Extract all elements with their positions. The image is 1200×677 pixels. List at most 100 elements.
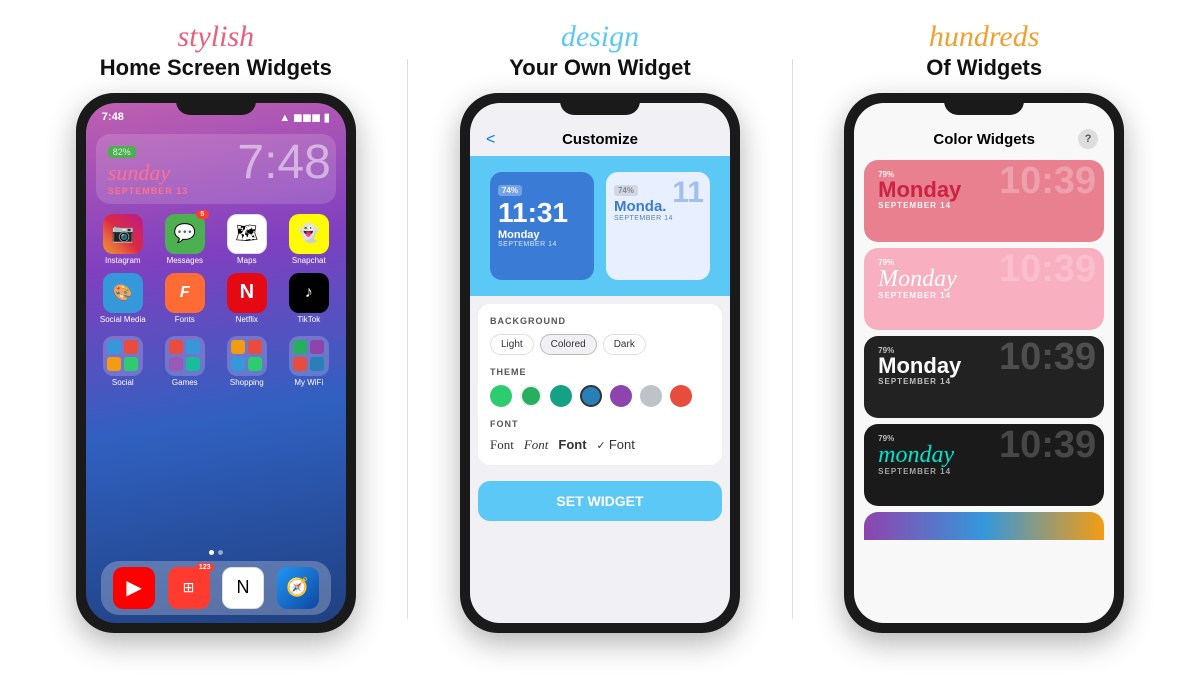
dot-1 <box>209 550 214 555</box>
app-label-messages: Messages <box>167 256 203 265</box>
folder-label-games: Games <box>172 378 198 387</box>
widget-card-5-partial <box>864 512 1104 540</box>
theme-circles <box>490 385 710 407</box>
app-folder-shopping[interactable]: Shopping <box>220 336 274 387</box>
phone-2-inner: < Customize 74% 11:31 Monday SEPTEMBER 1… <box>470 103 730 623</box>
pw2-date: SEPTEMBER 14 <box>614 215 702 222</box>
app-icon-instagram[interactable]: 📷 Instagram <box>96 214 150 265</box>
theme-green[interactable] <box>490 385 512 407</box>
customize-title: Customize <box>562 131 638 148</box>
phone-1-inner: 7:48 ▲ ◼◼◼ ▮ 82% 7:48 sunday SEPTEMBER 1… <box>86 103 346 623</box>
dock-youtube[interactable]: ▶ <box>113 567 155 609</box>
widget-card-3[interactable]: 79% 10:39 Monday SEPTEMBER 14 <box>864 336 1104 418</box>
bg-section-title: BACKGROUND <box>490 316 710 326</box>
app-label-fonts: Fonts <box>175 315 195 324</box>
theme-blue[interactable] <box>580 385 602 407</box>
wc3-date: SEPTEMBER 14 <box>878 377 1090 386</box>
app-icon-tiktok[interactable]: ♪ TikTok <box>282 273 336 324</box>
status-icons-1: ▲ ◼◼◼ ▮ <box>279 111 329 124</box>
wc3-time-bg: 10:39 <box>999 338 1096 376</box>
app-label-ig: Instagram <box>105 256 141 265</box>
wc2-time-bg: 10:39 <box>999 250 1096 288</box>
font-opt-serif[interactable]: Font <box>490 437 514 453</box>
app-icon-img-messages: 💬 5 <box>165 214 205 254</box>
folder-games-img <box>165 336 205 376</box>
dock-notion[interactable]: N <box>222 567 264 609</box>
pw1-time: 11:31 <box>498 198 586 229</box>
help-button[interactable]: ? <box>1078 129 1098 149</box>
theme-red[interactable] <box>670 385 692 407</box>
font-opt-bold[interactable]: Font <box>558 437 586 452</box>
panel-1-main: Home Screen Widgets <box>100 55 332 81</box>
panel-2: design Your Own Widget < Customize 74% 1… <box>420 19 780 659</box>
app-icon-img-ig: 📷 <box>103 214 143 254</box>
app-grid-row1: 📷 Instagram 💬 5 Messages 🗺 <box>86 210 346 269</box>
dock-safari[interactable]: 🧭 <box>277 567 319 609</box>
widget-list: 79% 10:39 Monday SEPTEMBER 14 79% 10:39 … <box>854 156 1114 544</box>
folder-label-social: Social <box>112 378 134 387</box>
widget-preview-area: 74% 11:31 Monday SEPTEMBER 14 74% 11 Mon… <box>470 156 730 296</box>
font-opt-selected[interactable]: Font <box>597 437 635 452</box>
widget-card-4[interactable]: 79% 10:39 monday SEPTEMBER 14 <box>864 424 1104 506</box>
app-grid-row3: Social Games <box>86 332 346 391</box>
pw1-date: SEPTEMBER 14 <box>498 241 586 248</box>
phone-3-bg: Color Widgets ? 79% 10:39 Monday SEPTEMB… <box>854 103 1114 623</box>
panel-2-accent: design <box>509 19 691 55</box>
dock-1: ▶ ⊞ 123 N 🧭 <box>101 561 331 615</box>
app-icon-img-netflix: N <box>227 273 267 313</box>
app-label-social: Social Media <box>100 315 146 324</box>
app-icon-social[interactable]: 🎨 Social Media <box>96 273 150 324</box>
app-icon-img-social: 🎨 <box>103 273 143 313</box>
folder-mywifi-img <box>289 336 329 376</box>
wc4-date: SEPTEMBER 14 <box>878 467 1090 476</box>
back-arrow[interactable]: < <box>486 131 495 149</box>
app-folder-games[interactable]: Games <box>158 336 212 387</box>
set-widget-button[interactable]: SET WIDGET <box>478 481 722 521</box>
theme-purple[interactable] <box>610 385 632 407</box>
app-label-snap: Snapchat <box>292 256 326 265</box>
widget-card-2[interactable]: 79% 10:39 Monday SEPTEMBER 14 <box>864 248 1104 330</box>
phone-3: Color Widgets ? 79% 10:39 Monday SEPTEMB… <box>844 93 1124 633</box>
wc4-time-bg: 10:39 <box>999 426 1096 464</box>
phone-1: 7:48 ▲ ◼◼◼ ▮ 82% 7:48 sunday SEPTEMBER 1… <box>76 93 356 633</box>
folder-label-mywifi: My WiFi <box>294 378 323 387</box>
dot-2 <box>218 550 223 555</box>
dock-widget-badge: 123 <box>196 563 214 572</box>
font-opt-italic[interactable]: Font <box>524 437 549 453</box>
widget-time-large-1: 7:48 <box>237 139 330 187</box>
pw2-battery: 74% <box>614 185 638 196</box>
app-grid-row2: 🎨 Social Media F Fonts N Netflix ♪ <box>86 269 346 328</box>
app-icon-messages[interactable]: 💬 5 Messages <box>158 214 212 265</box>
bg-option-dark[interactable]: Dark <box>603 334 646 355</box>
theme-teal[interactable] <box>550 385 572 407</box>
wc1-time-bg: 10:39 <box>999 162 1096 200</box>
theme-darkgreen[interactable] <box>520 385 542 407</box>
notch-2 <box>560 93 640 115</box>
app-icon-img-fonts: F <box>165 273 205 313</box>
bg-option-light[interactable]: Light <box>490 334 534 355</box>
widget-clock-1: 82% 7:48 sunday SEPTEMBER 13 <box>96 134 336 204</box>
notch-1 <box>176 93 256 115</box>
app-icon-maps[interactable]: 🗺 Maps <box>220 214 274 265</box>
preview-widget-2[interactable]: 74% 11 Monda. SEPTEMBER 14 <box>606 172 710 280</box>
settings-panel: BACKGROUND Light Colored Dark THEME <box>478 304 722 465</box>
app-icon-snapchat[interactable]: 👻 Snapchat <box>282 214 336 265</box>
bg-option-colored[interactable]: Colored <box>540 334 597 355</box>
app-icon-img-snap: 👻 <box>289 214 329 254</box>
app-folder-mywifi[interactable]: My WiFi <box>282 336 336 387</box>
app-label-tiktok: TikTok <box>297 315 320 324</box>
phone-2-bg: < Customize 74% 11:31 Monday SEPTEMBER 1… <box>470 103 730 623</box>
wc1-date: SEPTEMBER 14 <box>878 201 1090 210</box>
pw1-day: Monday <box>498 229 586 241</box>
app-icon-fonts[interactable]: F Fonts <box>158 273 212 324</box>
widget-battery-1: 82% <box>108 146 136 158</box>
panel-1-title: stylish Home Screen Widgets <box>100 19 332 81</box>
panel-3-accent: hundreds <box>926 19 1042 55</box>
preview-widget-1[interactable]: 74% 11:31 Monday SEPTEMBER 14 <box>490 172 594 280</box>
app-folder-social[interactable]: Social <box>96 336 150 387</box>
theme-silver[interactable] <box>640 385 662 407</box>
dock-widget[interactable]: ⊞ 123 <box>168 567 210 609</box>
app-icon-netflix[interactable]: N Netflix <box>220 273 274 324</box>
font-options: Font Font Font Font <box>490 437 710 453</box>
widget-card-1[interactable]: 79% 10:39 Monday SEPTEMBER 14 <box>864 160 1104 242</box>
